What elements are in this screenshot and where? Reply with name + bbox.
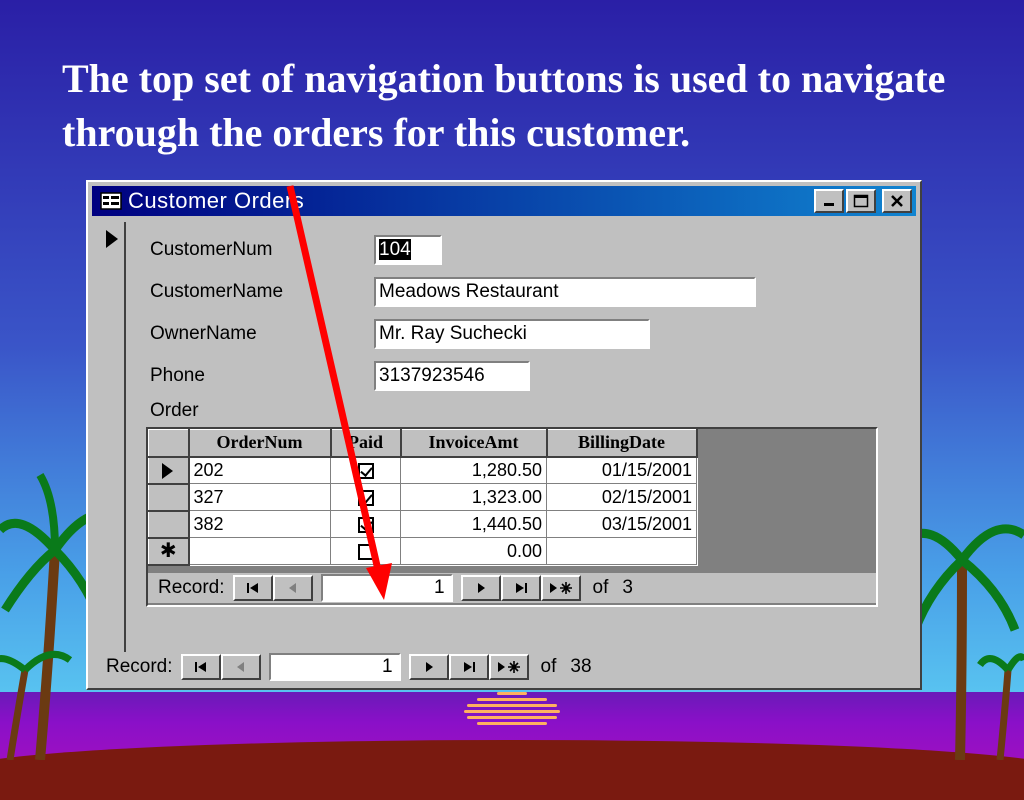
main-record-number-input[interactable]: 1 [268,653,401,681]
current-record-arrow-icon [106,230,118,248]
previous-record-icon [288,583,296,593]
subform-navigation-bar: Record: 1 of 3 [148,573,876,603]
customernum-label: CustomerNum [150,239,273,260]
subform-new-record-button[interactable] [540,575,581,601]
next-record-icon [477,583,485,593]
subform-first-record-button[interactable] [232,575,273,601]
billingdate-cell[interactable] [546,537,697,565]
new-record-nav-icon [549,582,572,594]
paid-checkbox[interactable] [357,543,374,560]
column-header-billingdate[interactable]: BillingDate [546,429,698,458]
subform-next-record-button[interactable] [460,575,501,601]
customernum-field[interactable]: 104 [374,235,442,265]
paid-checkbox[interactable] [357,516,374,533]
row-selector[interactable] [148,456,190,485]
main-record-total: 38 [570,656,592,677]
last-record-icon [463,662,475,672]
main-previous-record-button[interactable] [220,654,261,680]
first-record-icon [194,662,206,672]
ordernum-cell[interactable]: 202 [188,456,331,484]
maximize-button[interactable] [846,189,876,213]
column-header-paid[interactable]: Paid [330,429,402,458]
window-title: Customer Orders [128,188,305,213]
paid-checkbox[interactable] [357,463,374,479]
row-selector[interactable] [148,483,190,512]
ordernum-cell[interactable]: 382 [188,510,331,538]
ordernum-cell[interactable] [188,537,331,565]
slide-title: The top set of navigation buttons is use… [62,56,946,155]
subform-of-label: of [592,577,609,598]
window-titlebar[interactable]: Customer Orders [92,186,916,216]
invoiceamt-cell[interactable]: 0.00 [400,537,547,565]
row-selector[interactable] [148,510,190,539]
datasheet-header-row: OrderNum Paid InvoiceAmt BillingDate [148,429,698,458]
invoiceamt-cell[interactable]: 1,280.50 [400,456,547,484]
main-last-record-button[interactable] [448,654,489,680]
sunset-icon [462,692,562,738]
ordernum-cell[interactable]: 327 [188,483,331,511]
table-row[interactable]: 382 1,440.50 03/15/2001 [148,510,697,539]
column-header-invoiceamt[interactable]: InvoiceAmt [400,429,548,458]
subform-previous-record-button[interactable] [272,575,313,601]
new-record-icon: ✱ [159,539,177,562]
paid-checkbox[interactable] [357,489,374,506]
main-navigation-bar: Record: 1 of 38 [106,652,592,682]
invoiceamt-cell[interactable]: 1,323.00 [400,483,547,511]
paid-cell[interactable] [330,456,401,484]
customername-label: CustomerName [150,281,284,302]
new-record-row[interactable]: ✱ 0.00 [148,537,697,566]
paid-cell[interactable] [330,483,401,511]
order-subform: OrderNum Paid InvoiceAmt BillingDate 202… [146,427,878,607]
subform-record-label: Record: [158,577,225,598]
table-row[interactable]: 202 1,280.50 01/15/2001 [148,456,697,485]
main-next-record-button[interactable] [408,654,449,680]
customername-field[interactable]: Meadows Restaurant [374,277,756,307]
phone-field[interactable]: 3137923546 [374,361,530,391]
close-button[interactable] [882,189,912,213]
previous-record-icon [236,662,244,672]
form-icon [100,192,122,210]
customernum-value: 104 [379,239,411,260]
billingdate-cell[interactable]: 01/15/2001 [546,456,697,484]
select-all-cell[interactable] [148,429,190,458]
paid-cell[interactable] [330,510,401,538]
main-record-label: Record: [106,656,173,677]
close-icon [891,195,903,207]
main-first-record-button[interactable] [180,654,221,680]
next-record-icon [425,662,433,672]
main-of-label: of [540,656,557,677]
current-row-arrow-icon [162,462,173,479]
first-record-icon [246,583,258,593]
billingdate-cell[interactable]: 02/15/2001 [546,483,697,511]
subform-record-number-input[interactable]: 1 [320,574,453,602]
minimize-icon [824,203,834,206]
billingdate-cell[interactable]: 03/15/2001 [546,510,697,538]
new-record-selector[interactable]: ✱ [148,537,190,566]
ownername-label: OwnerName [150,323,257,344]
subform-record-total: 3 [622,577,633,598]
new-record-nav-icon [497,661,520,673]
subform-last-record-button[interactable] [500,575,541,601]
last-record-icon [515,583,527,593]
minimize-button[interactable] [814,189,844,213]
column-header-ordernum[interactable]: OrderNum [188,429,332,458]
record-selector[interactable] [98,222,126,652]
order-subform-label: Order [150,400,199,421]
phone-label: Phone [150,365,205,386]
ownername-field[interactable]: Mr. Ray Suchecki [374,319,650,349]
orders-datasheet: OrderNum Paid InvoiceAmt BillingDate 202… [148,429,698,566]
paid-cell[interactable] [330,537,401,565]
table-row[interactable]: 327 1,323.00 02/15/2001 [148,483,697,512]
customer-orders-window: Customer Orders CustomerNum 104 Customer… [86,180,922,690]
invoiceamt-cell[interactable]: 1,440.50 [400,510,547,538]
main-new-record-button[interactable] [488,654,529,680]
shore [0,740,1024,800]
maximize-icon [853,194,869,208]
